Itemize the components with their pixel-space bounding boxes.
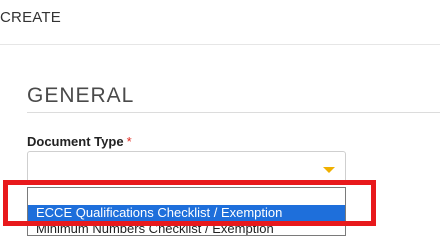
chevron-down-icon[interactable] (323, 167, 335, 173)
required-asterisk: * (126, 134, 132, 149)
section-title: GENERAL (27, 84, 135, 107)
document-type-label: Document Type * (27, 134, 132, 149)
page-title: CREATE (0, 9, 61, 26)
dropdown-option-minimum-numbers[interactable]: Minimum Numbers Checklist / Exemption (28, 221, 345, 235)
dropdown-option-ecce-qualifications[interactable]: ECCE Qualifications Checklist / Exemptio… (28, 205, 345, 221)
document-type-label-text: Document Type (27, 134, 124, 149)
top-bar: CREATE (0, 0, 440, 45)
document-type-dropdown-list[interactable]: ECCE Qualifications Checklist / Exemptio… (27, 187, 346, 236)
dropdown-option-empty[interactable] (28, 188, 345, 205)
document-type-select[interactable] (27, 151, 346, 183)
section-divider (27, 112, 440, 113)
